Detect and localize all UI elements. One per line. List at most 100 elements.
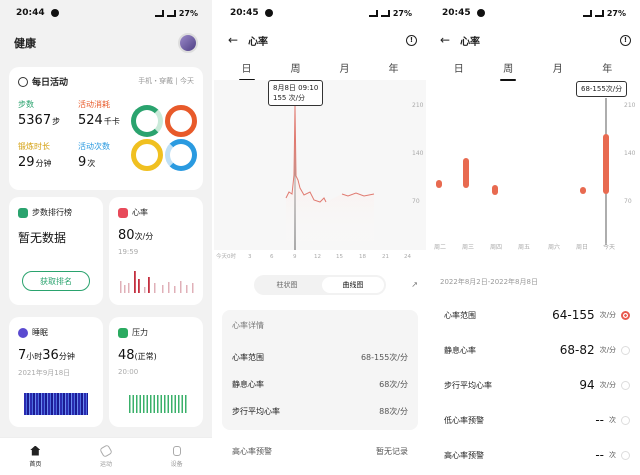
tab-year[interactable]: 年 (598, 58, 616, 77)
step-rank-card[interactable]: 步数排行榜 暂无数据 获取排名 (9, 197, 103, 305)
walk-label: 步行平均心率 (444, 380, 492, 390)
day-label-today: 今天 (603, 244, 616, 251)
expand-icon[interactable]: ↗ (411, 280, 418, 289)
ex-unit: 分钟 (35, 159, 52, 168)
rank-icon (18, 207, 28, 218)
walk-row[interactable]: 步行平均心率 94 次/分 (444, 378, 630, 392)
steps-ring (131, 105, 163, 137)
bar-today (603, 134, 609, 194)
heart-rate-card[interactable]: 心率 80次/分 19:59 (109, 197, 203, 305)
ex-label: 锻炼时长 (18, 142, 50, 151)
camera-dot-icon (476, 9, 485, 17)
heart-unit: 次/分 (134, 232, 154, 241)
cal-value: 524 (78, 113, 103, 128)
page-title: 健康 (14, 37, 36, 50)
heart-value: 80 (118, 228, 135, 243)
tab-day[interactable]: 日 (238, 58, 256, 81)
resting-unit: 次/分 (599, 346, 616, 354)
heart-time: 19:59 (118, 248, 139, 256)
back-arrow-icon[interactable]: ← (228, 33, 238, 47)
week-heart-chart: 210 140 70 (436, 98, 636, 245)
daily-activity-card[interactable]: 每日活动 手机・穿戴 | 今天 步数 5367步 活动消耗 524千卡 锻炼时长 29… (9, 67, 203, 190)
sleep-minutes: 36 (42, 348, 59, 363)
battery-text: 27% (392, 8, 412, 18)
wifi-icon (166, 9, 176, 17)
day-label-thu: 周四 (490, 244, 503, 251)
daily-title: 每日活动 (32, 78, 69, 88)
tab-week[interactable]: 周 (287, 58, 305, 77)
info-icon[interactable]: ! (406, 34, 417, 46)
bar-chart-toggle[interactable]: 柱状图 (256, 277, 318, 293)
high-alert-row[interactable]: 高心率预警 暂无记录 (232, 446, 408, 457)
resting-label: 静息心率 (444, 345, 476, 355)
day-tooltip: 8月8日 09:10 155 次/分 (268, 80, 324, 106)
day-label-sun: 周日 (576, 244, 589, 251)
detail-resting-label: 静息心率 (232, 380, 264, 389)
y-tick-140: 140 (624, 150, 636, 157)
avatar[interactable] (178, 33, 198, 53)
stress-title: 压力 (132, 328, 148, 337)
status-time: 20:45 (442, 8, 471, 18)
act-unit: 次 (87, 159, 96, 168)
status-bar: 20:44 27% (0, 0, 212, 26)
sleep-card[interactable]: 睡眠 7小时36分钟 2021年9月18日 (9, 317, 103, 427)
stress-icon (118, 327, 128, 338)
tab-day[interactable]: 日 (450, 58, 468, 77)
activity-count-ring (165, 139, 197, 171)
low-alert-radio[interactable] (621, 415, 630, 425)
tab-year[interactable]: 年 (385, 58, 403, 77)
range-unit: 次/分 (599, 311, 616, 319)
x-tick-9: 9 (293, 254, 297, 260)
y-tick-70: 70 (412, 198, 420, 205)
y-tick-210: 210 (412, 102, 424, 109)
back-arrow-icon[interactable]: ← (440, 33, 450, 47)
wifi-icon (380, 9, 390, 17)
detail-range-label: 心率范围 (232, 353, 264, 362)
wifi-icon (594, 9, 604, 17)
nav-sport[interactable]: 运动 (99, 443, 113, 468)
signal-icon (368, 9, 378, 17)
camera-dot-icon (264, 9, 273, 17)
range-row[interactable]: 心率范围 64-155 次/分 (444, 308, 630, 322)
range-radio[interactable] (621, 310, 630, 320)
nav-device[interactable]: 设备 (171, 445, 183, 468)
heart-mini-chart (120, 271, 194, 293)
battery-text: 27% (606, 8, 626, 18)
steps-unit: 步 (52, 117, 61, 126)
daily-source: 手机・穿戴 | 今天 (138, 77, 194, 85)
resting-row[interactable]: 静息心率 68-82 次/分 (444, 343, 630, 357)
x-axis-ticks: 今天0时 3 6 9 12 15 18 21 24 (216, 252, 411, 260)
x-tick-18: 18 (359, 254, 366, 260)
heart-title: 心率 (132, 208, 148, 217)
sleep-date: 2021年9月18日 (18, 369, 71, 377)
watch-icon (172, 445, 181, 456)
resting-radio[interactable] (621, 345, 630, 355)
health-home-screen: 20:44 27% 健康 每日活动 手机・穿戴 | 今天 步数 5367步 活动消… (0, 0, 212, 475)
period-tabs: 日 周 月 年 (214, 54, 426, 81)
range-num: 64-155 (552, 308, 595, 322)
tab-month[interactable]: 月 (336, 58, 354, 77)
day-label-fri: 周五 (518, 244, 531, 251)
tab-month[interactable]: 月 (549, 58, 567, 77)
get-rank-button[interactable]: 获取排名 (22, 271, 90, 291)
day-label-sat: 周六 (548, 244, 561, 251)
y-tick-70: 70 (624, 198, 632, 205)
act-value: 9 (78, 155, 87, 170)
tooltip-date: 8月8日 09:10 (273, 84, 319, 92)
nav-home[interactable]: 首页 (29, 445, 41, 468)
line-chart-toggle[interactable]: 曲线图 (322, 277, 384, 293)
info-icon[interactable]: ! (620, 34, 631, 46)
page-title: 心率 (460, 36, 481, 48)
bottom-nav: 首页 运动 设备 (0, 437, 212, 475)
week-tooltip: 68-155次/分 (576, 81, 628, 97)
high-alert-radio[interactable] (621, 450, 630, 460)
high-alert-row[interactable]: 高心率预警 -- 次 (444, 448, 630, 462)
x-tick-0: 今天0时 (216, 252, 236, 260)
x-tick-15: 15 (336, 254, 343, 260)
bar-sun (580, 187, 586, 194)
low-alert-row[interactable]: 低心率预警 -- 次 (444, 413, 630, 427)
tab-week[interactable]: 周 (499, 58, 517, 81)
stress-card[interactable]: 压力 48(正常) 20:00 (109, 317, 203, 427)
day-label-tue: 周二 (434, 244, 447, 251)
walk-radio[interactable] (621, 380, 630, 390)
